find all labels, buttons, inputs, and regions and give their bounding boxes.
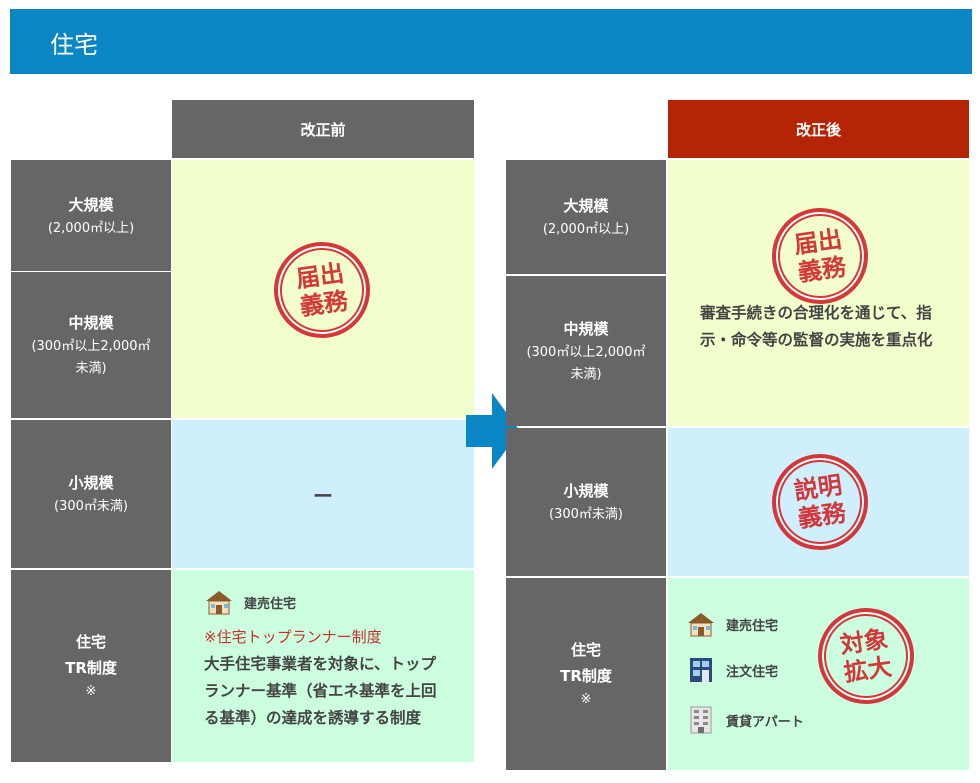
row-sub: (300㎡以上2,000㎡未満) (31, 339, 151, 376)
row-sub: (2,000㎡以上) (47, 220, 135, 236)
stamp-line: 義務 (298, 285, 350, 322)
tr-program-text: 大手住宅事業者を対象に、トップランナー基準（省エネ基準を上回る基準）の達成を誘導… (204, 655, 437, 727)
tr-description-before: ※住宅トップランナー制度 大手住宅事業者を対象に、トップランナー基準（省エネ基準… (204, 624, 444, 732)
list-item: 注文住宅 (686, 656, 778, 684)
row-label-large-before: 大規模 (2,000㎡以上) (11, 160, 171, 271)
row-name: 中規模 (563, 320, 609, 338)
header-after: 改正後 (668, 100, 969, 158)
house-label: 建売住宅 (244, 596, 297, 612)
page-title: 住宅 (50, 31, 98, 59)
stamp-notify-before: 届出 義務 (267, 235, 377, 345)
list-item: 建売住宅 (204, 588, 296, 616)
stamp-explain-after: 説明 義務 (765, 447, 875, 557)
row-name: 住宅 (75, 633, 106, 651)
house-icon (204, 588, 234, 616)
stamp-line: 義務 (796, 251, 848, 288)
row-note: ※ (580, 692, 592, 707)
cell-tr-after: 建売住宅 注文住宅 賃貸アパート 対象 拡大 (668, 578, 969, 770)
row-label-tr-before: 住宅 TR制度 ※ (11, 570, 171, 762)
row-label-tr-after: 住宅 TR制度 ※ (506, 578, 666, 770)
tr-program-name: ※住宅トップランナー制度 (204, 628, 382, 646)
house-label: 注文住宅 (726, 664, 779, 680)
mid-description-after: 審査手続きの合理化を通じて、指示・命令等の監督の実施を重点化 (700, 304, 933, 349)
row-name: 住宅 (570, 641, 601, 659)
house-icon (686, 610, 716, 638)
row-name: 小規模 (563, 482, 609, 500)
list-item: 賃貸アパート (686, 706, 804, 734)
small-value-before: ー (313, 483, 333, 508)
row-name: 中規模 (68, 314, 114, 332)
row-label-small-after: 小規模 (300㎡未満) (506, 428, 666, 576)
list-item: 建売住宅 (686, 610, 778, 638)
row-label-medium-after: 中規模 (300㎡以上2,000㎡未満) (506, 276, 666, 426)
stamp-line: 拡大 (842, 651, 894, 688)
header-before: 改正前 (172, 100, 474, 158)
row-sub: (300㎡以上2,000㎡未満) (526, 345, 646, 382)
row-label-medium-before: 中規模 (300㎡以上2,000㎡未満) (11, 272, 171, 418)
cell-large-medium-after: 届出 義務 審査手続きの合理化を通じて、指示・命令等の監督の実施を重点化 (668, 160, 969, 426)
townhouse-icon (686, 656, 716, 684)
title-bar: 住宅 (10, 9, 972, 74)
cell-tr-before: 建売住宅 ※住宅トップランナー制度 大手住宅事業者を対象に、トップランナー基準（… (172, 570, 474, 762)
cell-small-after: 説明 義務 (668, 428, 969, 576)
stamp-expand-after: 対象 拡大 (811, 601, 921, 711)
row-name2: TR制度 (65, 659, 117, 677)
row-label-small-before: 小規模 (300㎡未満) (11, 420, 171, 568)
house-label: 賃貸アパート (726, 714, 804, 730)
apartment-icon (686, 706, 716, 734)
cell-large-medium-before: 届出 義務 (172, 160, 474, 418)
row-label-large-after: 大規模 (2,000㎡以上) (506, 160, 666, 274)
stamp-line: 義務 (796, 497, 848, 534)
row-name: 大規模 (563, 197, 609, 215)
house-label: 建売住宅 (726, 618, 779, 634)
row-sub: (2,000㎡以上) (542, 222, 630, 237)
row-name: 小規模 (68, 474, 114, 492)
stamp-notify-after: 届出 義務 (765, 201, 875, 311)
row-sub: (300㎡未満) (54, 499, 128, 514)
row-name2: TR制度 (560, 667, 612, 685)
row-sub: (300㎡未満) (549, 507, 623, 522)
row-note: ※ (85, 684, 97, 699)
row-name: 大規模 (68, 195, 114, 214)
